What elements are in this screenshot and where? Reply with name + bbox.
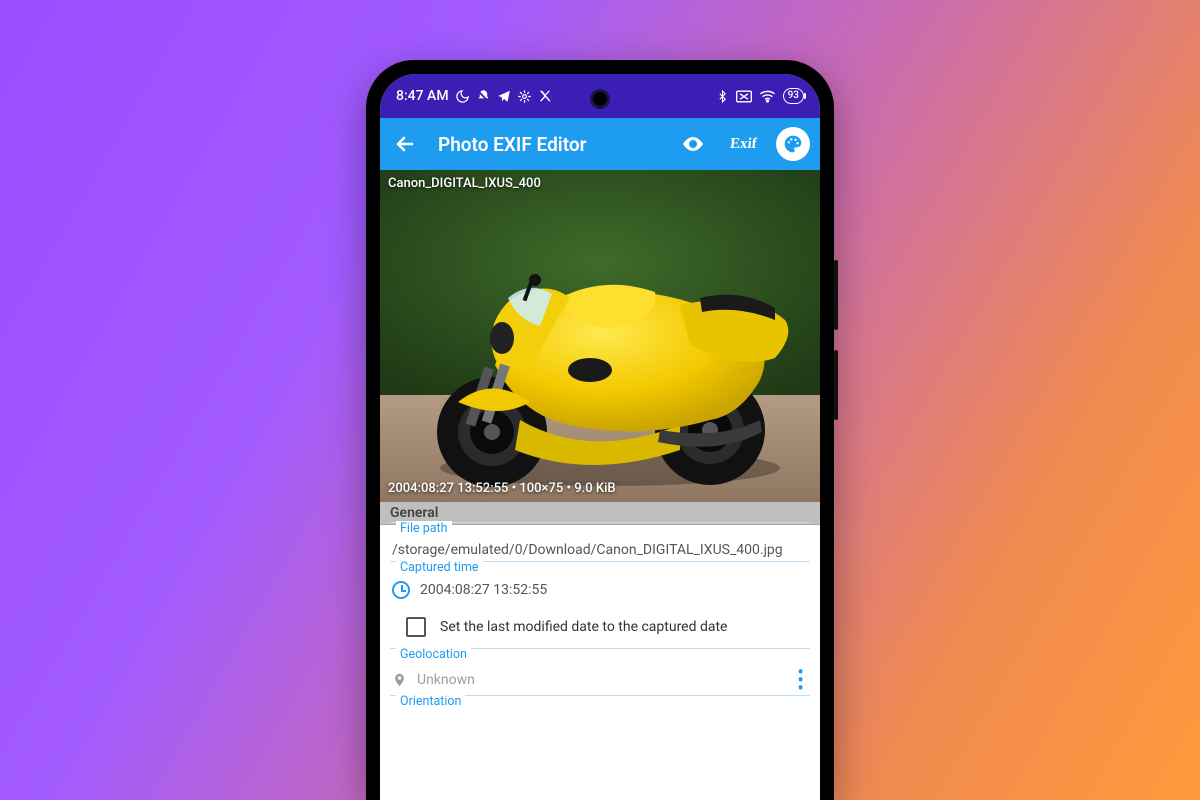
bluetooth-icon <box>716 89 729 104</box>
geolocation-menu-button[interactable]: ••• <box>791 668 810 692</box>
no-sim-icon <box>736 90 752 103</box>
phone-screen: 8:47 AM 93 Photo <box>380 74 820 800</box>
palette-icon <box>783 134 803 154</box>
eye-icon <box>681 132 705 156</box>
moon-icon <box>455 89 470 104</box>
status-clock: 8:47 AM <box>396 88 449 104</box>
file-path-value[interactable]: /storage/emulated/0/Download/Canon_DIGIT… <box>390 538 810 560</box>
clock-icon <box>392 581 410 599</box>
exif-button[interactable]: Exif <box>726 127 760 161</box>
x-icon <box>538 89 552 103</box>
pinwheel-icon <box>517 89 532 104</box>
photo-meta-line: 2004:08:27 13:52:55 • 100×75 • 9.0 KiB <box>388 481 616 496</box>
app-title: Photo EXIF Editor <box>438 133 660 156</box>
wifi-icon <box>759 89 776 103</box>
gradient-background: 8:47 AM 93 Photo <box>0 0 1200 800</box>
geolocation-label: Geolocation <box>396 647 471 662</box>
field-captured-time: Captured time 2004:08:27 13:52:55 <box>380 564 820 605</box>
field-orientation: Orientation <box>380 698 820 709</box>
file-path-label: File path <box>396 521 452 536</box>
mute-icon <box>476 89 491 104</box>
set-modified-date-checkbox-row[interactable]: Set the last modified date to the captur… <box>380 605 820 651</box>
photo-preview[interactable]: Canon_DIGITAL_IXUS_400 2004:08:27 13:52:… <box>380 170 820 502</box>
captured-time-value: 2004:08:27 13:52:55 <box>420 582 547 598</box>
orientation-label: Orientation <box>396 694 465 709</box>
geolocation-value: Unknown <box>417 672 475 688</box>
phone-frame: 8:47 AM 93 Photo <box>366 60 834 800</box>
back-button[interactable] <box>388 127 422 161</box>
theme-button[interactable] <box>776 127 810 161</box>
geolocation-row[interactable]: Unknown ••• <box>390 664 810 694</box>
battery-indicator: 93 <box>783 88 804 104</box>
field-file-path: File path /storage/emulated/0/Download/C… <box>380 525 820 564</box>
captured-time-label: Captured time <box>396 560 483 575</box>
exif-icon: Exif <box>729 136 757 153</box>
visibility-button[interactable] <box>676 127 710 161</box>
field-geolocation: Geolocation Unknown ••• <box>380 651 820 698</box>
set-modified-date-label: Set the last modified date to the captur… <box>440 619 728 635</box>
captured-time-row[interactable]: 2004:08:27 13:52:55 <box>390 577 810 601</box>
app-toolbar: Photo EXIF Editor Exif <box>380 118 820 170</box>
motorcycle-image <box>380 170 820 502</box>
photo-camera-model: Canon_DIGITAL_IXUS_400 <box>388 176 541 191</box>
checkbox-unchecked-icon <box>406 617 426 637</box>
arrow-left-icon <box>393 132 417 156</box>
map-pin-icon <box>392 671 407 689</box>
telegram-icon <box>497 89 511 103</box>
camera-punch-hole <box>593 92 607 106</box>
